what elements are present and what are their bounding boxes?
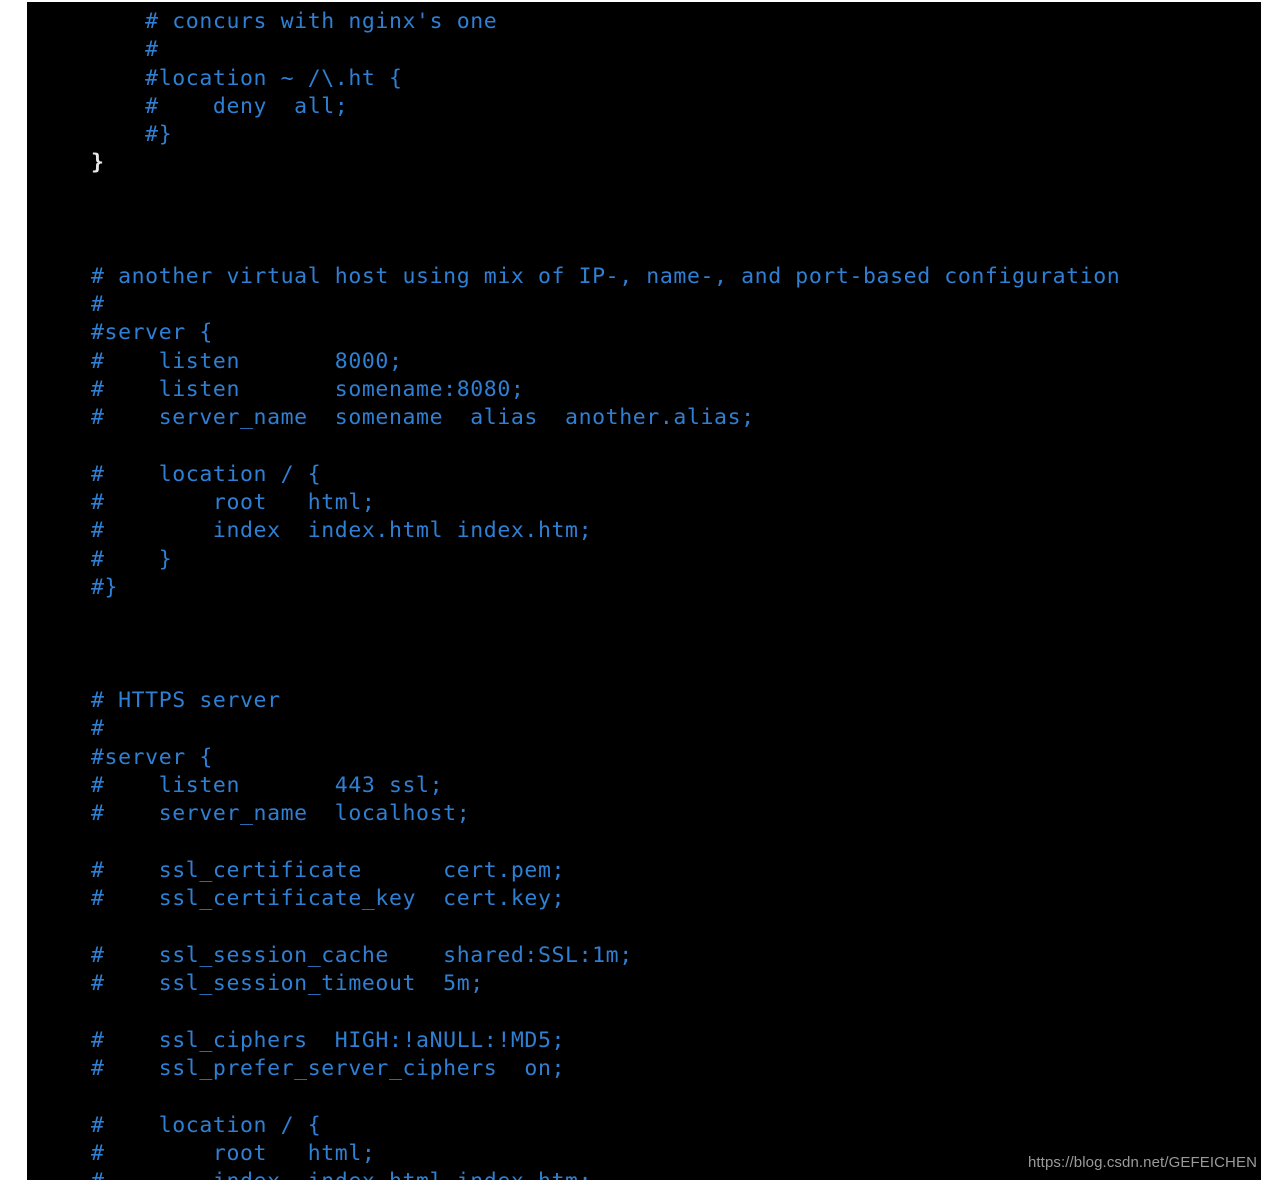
code-line: # another virtual host using mix of IP-,…: [91, 263, 1121, 289]
nginx-config-code-block[interactable]: # concurs with nginx's one # #location ~…: [27, 2, 1120, 1180]
code-line: # index index.html index.htm;: [27, 1168, 1120, 1180]
code-line: # location / {: [91, 461, 322, 487]
code-line: # listen somename:8080;: [91, 376, 525, 402]
code-line: # ssl_prefer_server_ciphers on;: [91, 1055, 566, 1081]
code-line: #location ~ /\.ht {: [91, 65, 403, 91]
code-line: #}: [91, 122, 173, 148]
code-line: # ssl_session_cache shared:SSL:1m;: [91, 942, 633, 968]
code-line: # ssl_ciphers HIGH:!aNULL:!MD5;: [91, 1027, 566, 1053]
code-line: # server_name somename alias another.ali…: [91, 405, 755, 431]
code-line: # location / {: [91, 1112, 322, 1138]
code-line: # server_name localhost;: [91, 801, 471, 827]
code-line: # ssl_session_timeout 5m;: [91, 971, 484, 997]
code-line: # root html;: [91, 490, 376, 516]
code-line: #}: [91, 574, 119, 600]
code-line: #: [91, 716, 105, 742]
code-line: # ssl_certificate cert.pem;: [91, 857, 566, 883]
code-line: #: [91, 291, 105, 317]
code-line: }: [91, 150, 105, 176]
code-line: #server {: [91, 744, 213, 770]
code-line: #: [91, 37, 159, 63]
code-line: #server {: [91, 320, 213, 346]
terminal-window[interactable]: # concurs with nginx's one # #location ~…: [27, 2, 1261, 1180]
code-line: # deny all;: [91, 93, 349, 119]
code-line: # root html;: [91, 1140, 376, 1166]
code-line: # ssl_certificate_key cert.key;: [91, 886, 566, 912]
code-line: # listen 8000;: [91, 348, 403, 374]
code-line: # index index.html index.htm;: [91, 518, 593, 544]
code-line: # listen 443 ssl;: [91, 773, 444, 799]
code-line: # concurs with nginx's one: [91, 9, 498, 34]
code-line: # HTTPS server: [91, 688, 281, 714]
screenshot-root: # concurs with nginx's one # #location ~…: [0, 0, 1261, 1180]
code-line: # }: [91, 546, 173, 572]
watermark-url: https://blog.csdn.net/GEFEICHEN: [1027, 1154, 1257, 1171]
